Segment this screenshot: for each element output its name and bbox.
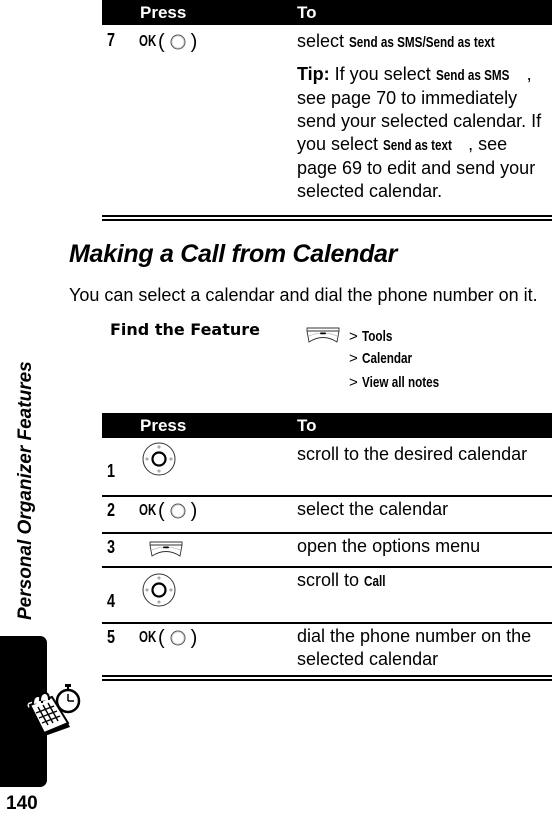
row-divider (102, 622, 552, 624)
row-divider (102, 566, 552, 568)
step-description: scroll to Call (297, 569, 552, 593)
header-to: To (297, 3, 317, 22)
menu-key-icon (149, 541, 183, 557)
step-number: 3 (107, 537, 116, 557)
ok-key: OK ( ) (139, 31, 198, 53)
menu-option: Send as SMS/Send as text (349, 34, 495, 51)
menu-key (149, 541, 183, 557)
menu-option: Send as text (383, 137, 452, 154)
find-the-feature-label: Find the Feature (110, 320, 260, 339)
center-select-key-icon (170, 34, 186, 50)
ok-key: OK ( ) (139, 627, 198, 649)
menu-option-view-all-notes: View all notes (361, 374, 439, 391)
row-divider (102, 495, 552, 497)
ok-key: OK ( ) (139, 500, 198, 522)
steps-table: Press To 1 scroll to the desired calenda… (102, 413, 552, 681)
section-intro: You can select a calendar and dial the p… (69, 285, 538, 305)
ok-label: OK (139, 502, 157, 519)
center-select-key-icon (170, 503, 186, 519)
menu-key-icon (306, 327, 340, 343)
row-divider (102, 532, 552, 534)
header-press: Press (140, 3, 187, 22)
path-item: > Tools (349, 328, 393, 345)
navigation-key-icon (142, 573, 176, 607)
path-item: > View all notes (349, 374, 439, 391)
menu-option-call: Call (364, 573, 386, 590)
organizer-calendar-clock-icon (27, 684, 83, 737)
table-end-divider (102, 675, 552, 677)
navigation-key-icon (142, 442, 176, 476)
steps-table-continued: Press To 7 OK ( ) select Send as SMS/Sen… (102, 0, 552, 221)
tip-label: Tip: (297, 64, 330, 84)
table-end-divider (102, 215, 552, 217)
step-number: 2 (107, 500, 116, 520)
page-number: 140 (6, 793, 38, 814)
table-header: Press To (102, 0, 552, 25)
step-number: 4 (107, 591, 116, 611)
menu-option-calendar: Calendar (361, 350, 412, 367)
step-description: select Send as SMS/Send as text Tip: If … (297, 30, 552, 203)
path-item: > Calendar (349, 350, 412, 367)
step-number: 1 (107, 461, 116, 481)
step-description: dial the phone number on the selected ca… (297, 626, 532, 669)
section-heading: Making a Call from Calendar (69, 240, 398, 268)
header-to: To (297, 416, 317, 435)
step-number: 7 (107, 30, 116, 50)
step-description: scroll to the desired calendar (297, 444, 528, 464)
ok-label: OK (139, 33, 157, 50)
step-number: 5 (107, 627, 116, 647)
step-action: select Send as SMS/Send as text (297, 30, 552, 54)
menu-option-tools: Tools (361, 328, 393, 345)
step-description: open the options menu (297, 536, 481, 556)
table-end-divider (102, 219, 552, 221)
navigation-key (142, 573, 176, 607)
table-end-divider (102, 679, 552, 681)
section-tab-label: Personal Organizer Features (15, 361, 36, 620)
tip-text: Tip: If you select Send as SMS, see page… (297, 64, 542, 201)
ok-label: OK (139, 629, 157, 646)
table-header: Press To (102, 413, 552, 438)
header-press: Press (140, 416, 187, 435)
menu-option: Send as SMS (435, 67, 510, 84)
step-description: select the calendar (297, 499, 449, 519)
center-select-key-icon (170, 630, 186, 646)
navigation-key (142, 442, 176, 476)
